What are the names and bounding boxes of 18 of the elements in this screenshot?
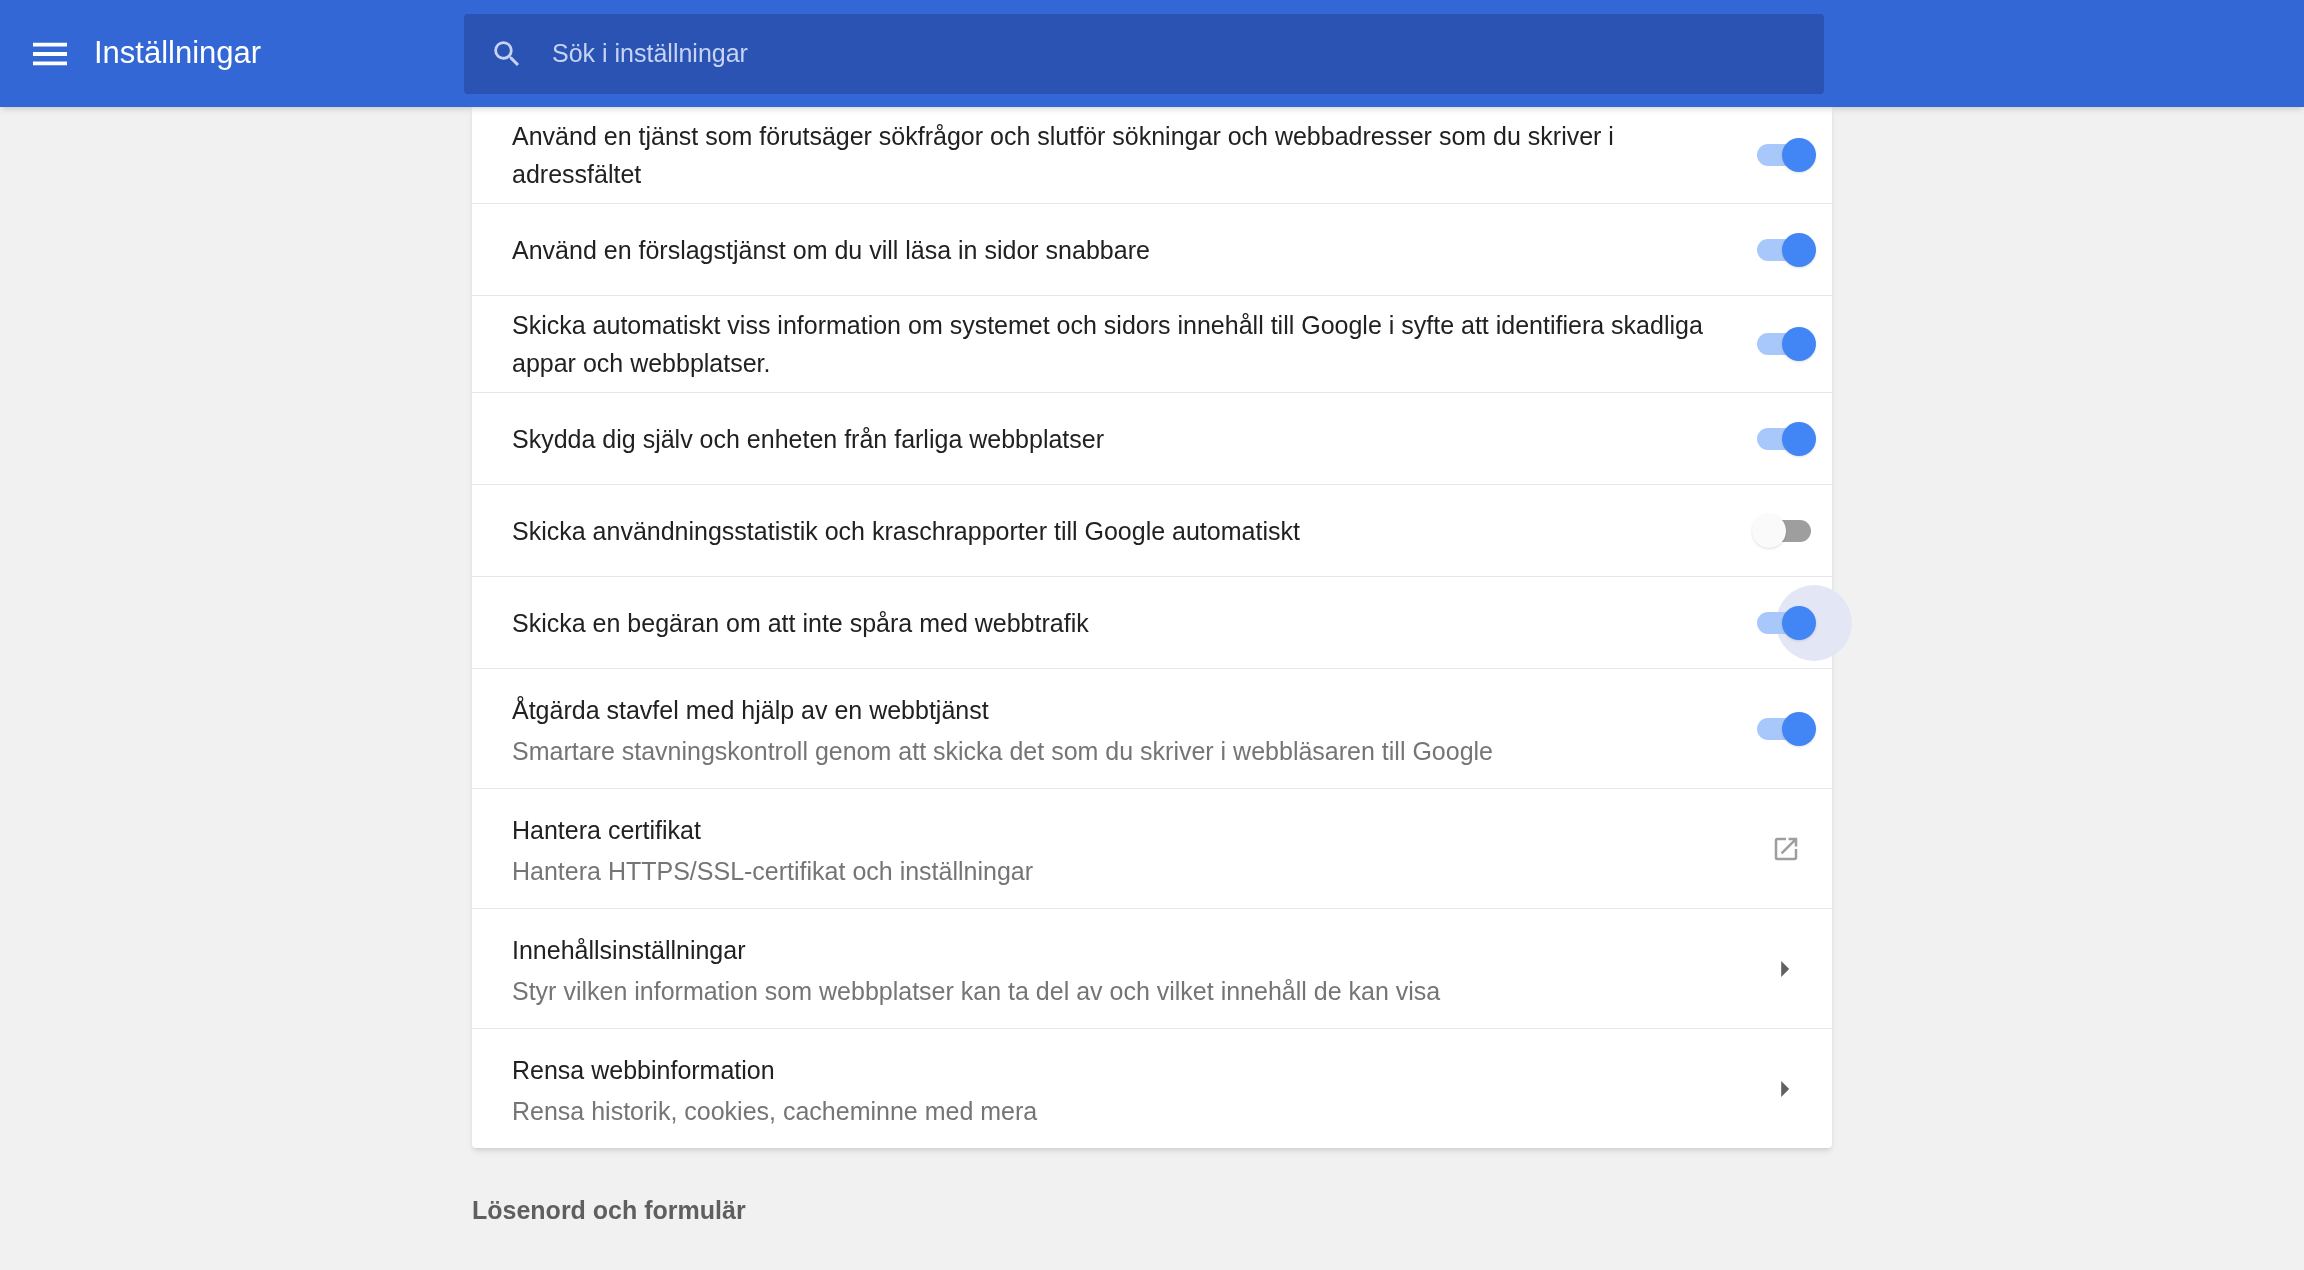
setting-label: Skicka en begäran om att inte spåra med webbtrafik [512, 607, 1090, 639]
setting-label: Åtgärda stavfel med hjälp av en webbtjänst [512, 694, 990, 726]
setting-label: Skicka användningsstatistik och kraschrapporter till Google automatiskt [512, 515, 1301, 547]
setting-description: Rensa historik, cookies, cacheminne med mera [512, 1095, 1039, 1127]
setting-label: Innehållsinställningar [512, 934, 747, 966]
setting-label: Skydda dig själv och enheten från farliga webbplatser [512, 423, 1106, 455]
setting-label: Använd en förslagstjänst om du vill läsa in sidor snabbare [512, 234, 1151, 266]
setting-description: Hantera HTTPS/SSL-certifikat och inställningar [512, 855, 1035, 887]
setting-description: Smartare stavningskontroll genom att skicka det som du skriver i webbläsaren till Google [512, 735, 1494, 767]
search-input[interactable]: Sök i inställningar [552, 34, 1824, 73]
setting-description: Styr vilken information som webbplatser kan ta del av och vilket innehåll de kan visa [512, 975, 1442, 1007]
setting-label: Hantera certifikat [512, 814, 702, 846]
search-field[interactable]: Sök i inställningar [464, 13, 1824, 94]
section-heading: Lösenord och formulär [472, 1196, 746, 1224]
setting-label: Rensa webbinformation [512, 1054, 776, 1086]
setting-label: Skicka automatiskt viss information om systemet och sidors innehåll till Google i syfte att identifiera skadliga appar och webbplatser. [512, 310, 1704, 379]
page-title: Inställningar [94, 34, 263, 73]
setting-label: Använd en tjänst som förutsäger sökfrågor och slutför sökningar och webbadresser som du skriver i adressfältet [512, 121, 1615, 190]
